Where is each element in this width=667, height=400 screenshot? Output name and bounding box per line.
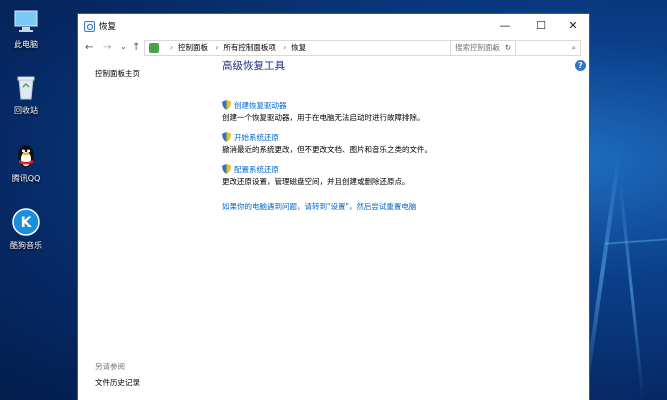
recycle-bin-icon bbox=[11, 72, 41, 102]
create-recovery-drive-desc: 创建一个恢复驱动器，用于在电脑无法启动时进行故障排除。 bbox=[222, 113, 425, 122]
desktop-icon-label: 腾讯QQ bbox=[11, 174, 41, 183]
wallpaper-light bbox=[618, 180, 645, 400]
open-system-restore-link[interactable]: 开始系统还原 bbox=[234, 132, 279, 143]
uac-shield-icon bbox=[222, 164, 231, 174]
uac-shield-icon bbox=[222, 100, 231, 110]
desktop-icon-recycle-bin[interactable]: 回收站 bbox=[4, 72, 48, 116]
kugou-icon: K bbox=[11, 207, 41, 237]
desktop-icon-label: 此电脑 bbox=[14, 40, 38, 49]
wallpaper-light bbox=[604, 237, 667, 246]
configure-system-restore-link[interactable]: 配置系统还原 bbox=[234, 164, 279, 175]
page-title: 高级恢复工具 bbox=[222, 60, 285, 72]
desktop-icon-kugou[interactable]: K 酷狗音乐 bbox=[4, 207, 48, 251]
svg-text:K: K bbox=[21, 215, 33, 231]
desktop-icon-label: 酷狗音乐 bbox=[10, 241, 42, 250]
see-also-heading: 另请参阅 bbox=[95, 362, 125, 371]
open-system-restore-desc: 撤消最近的系统更改，但不更改文档、图片和音乐之类的文件。 bbox=[222, 145, 432, 154]
desktop-icon-this-pc[interactable]: 此电脑 bbox=[4, 6, 48, 50]
configure-system-restore-desc: 更改还原设置，管理磁盘空间，并且创建或删除还原点。 bbox=[222, 177, 410, 186]
reset-pc-settings-link[interactable]: 如果你的电脑遇到问题，请转到"设置"，然后尝试重置电脑 bbox=[222, 201, 416, 212]
create-recovery-drive-link[interactable]: 创建恢复驱动器 bbox=[234, 100, 287, 111]
desktop-icon-qq[interactable]: 腾讯QQ bbox=[4, 140, 48, 184]
qq-penguin-icon bbox=[11, 140, 41, 170]
window-content: 控制面板主页 高级恢复工具 创建恢复驱动器 创建一个恢复驱动器，用于在电脑无法启… bbox=[77, 0, 590, 400]
desktop-icon-label: 回收站 bbox=[14, 106, 38, 115]
computer-icon bbox=[11, 6, 41, 36]
uac-shield-icon bbox=[222, 132, 231, 142]
sidebar-item-control-panel-home[interactable]: 控制面板主页 bbox=[95, 68, 140, 79]
sidebar-item-file-history[interactable]: 文件历史记录 bbox=[95, 377, 140, 388]
